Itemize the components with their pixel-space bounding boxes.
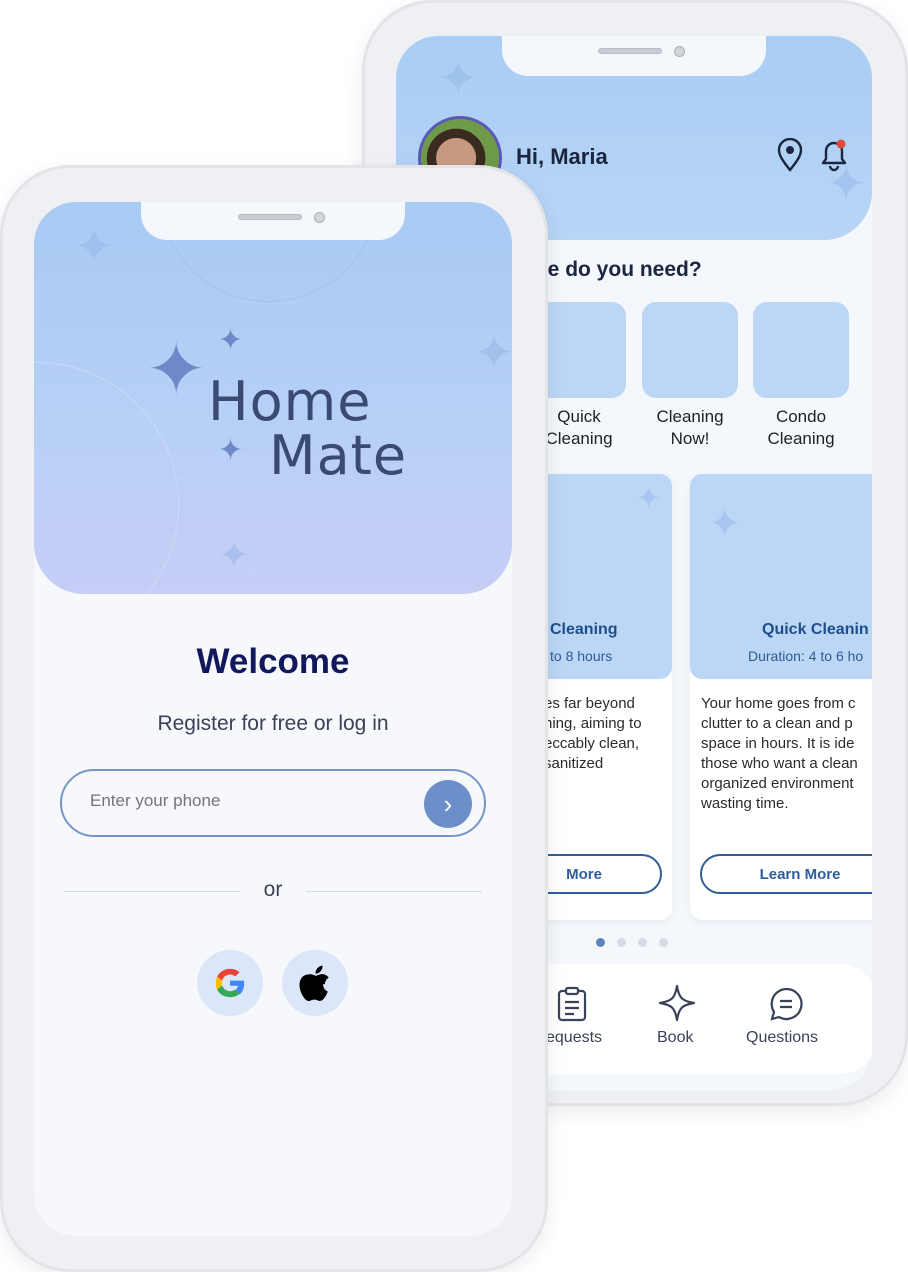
card-description: es far beyond ning, aiming to eccably cl… [544,695,642,772]
speaker [238,214,302,220]
chevron-right-icon: › [443,788,453,819]
subtitle: Register for free or log in [157,712,389,735]
learn-more-button[interactable]: Learn More [700,854,872,894]
section-title: ce do you need? [536,258,702,281]
star-decoration: ✦ [438,53,479,106]
welcome-title: Welcome [196,642,350,681]
notification-dot [836,139,846,149]
star-decoration: ✦ [636,482,662,515]
phone-field[interactable] [90,791,390,811]
card-duration: to 8 hours [550,648,613,664]
logo-star-icon: ✦ [146,330,207,410]
login-screen: ✦ ✦ ✦ ✦ ✦ ✦ Home Mate Welcome Register f… [34,202,512,1236]
clipboard-icon[interactable] [556,986,588,1022]
card-description: Your home goes from c clutter to a clean… [701,695,858,812]
service-tile-condo-cleaning[interactable] [753,302,849,398]
card-title: Quick Cleanin [762,621,869,638]
submit-arrow-button[interactable]: › [424,780,472,828]
or-label: or [263,878,283,901]
service-card[interactable]: ✦ Quick Cleanin Duration: 4 to 6 ho Your… [690,474,872,920]
notch [141,202,405,240]
star-decoration: ✦ [708,502,742,546]
star-decoration: ✦ [474,327,512,380]
phone-input[interactable]: › [60,769,486,837]
bell-icon[interactable] [816,136,852,172]
card-title: Cleaning [550,621,618,638]
divider [306,891,482,892]
service-tile-cleaning-now[interactable] [642,302,738,398]
camera [674,46,685,57]
sparkle-icon[interactable] [658,984,696,1022]
logo-star-icon: ✦ [218,434,244,467]
service-label: Cleaning Now! [656,407,724,448]
service-label: Condo Cleaning [767,407,835,448]
location-pin-icon[interactable] [776,138,804,172]
star-decoration: ✦ [218,535,250,577]
logo-text-mate: Mate [269,424,408,487]
carousel-dot[interactable] [659,938,668,947]
google-login-button[interactable] [197,950,263,1016]
camera [314,212,325,223]
nav-questions[interactable]: Questions [746,1029,818,1047]
logo-star-icon: ✦ [218,324,244,357]
google-icon [215,968,245,998]
carousel-dot-active[interactable] [596,938,605,947]
carousel-dot[interactable] [617,938,626,947]
apple-icon [299,965,329,1001]
speaker [598,48,662,54]
greeting: Hi, Maria [516,144,608,169]
star-decoration: ✦ [74,221,115,274]
notch [502,36,766,76]
card-duration: Duration: 4 to 6 ho [748,648,864,664]
nav-book[interactable]: Book [657,1029,693,1047]
chat-icon[interactable] [768,986,804,1022]
apple-login-button[interactable] [282,950,348,1016]
nav-requests[interactable]: equests [546,1029,602,1047]
carousel-dot[interactable] [638,938,647,947]
